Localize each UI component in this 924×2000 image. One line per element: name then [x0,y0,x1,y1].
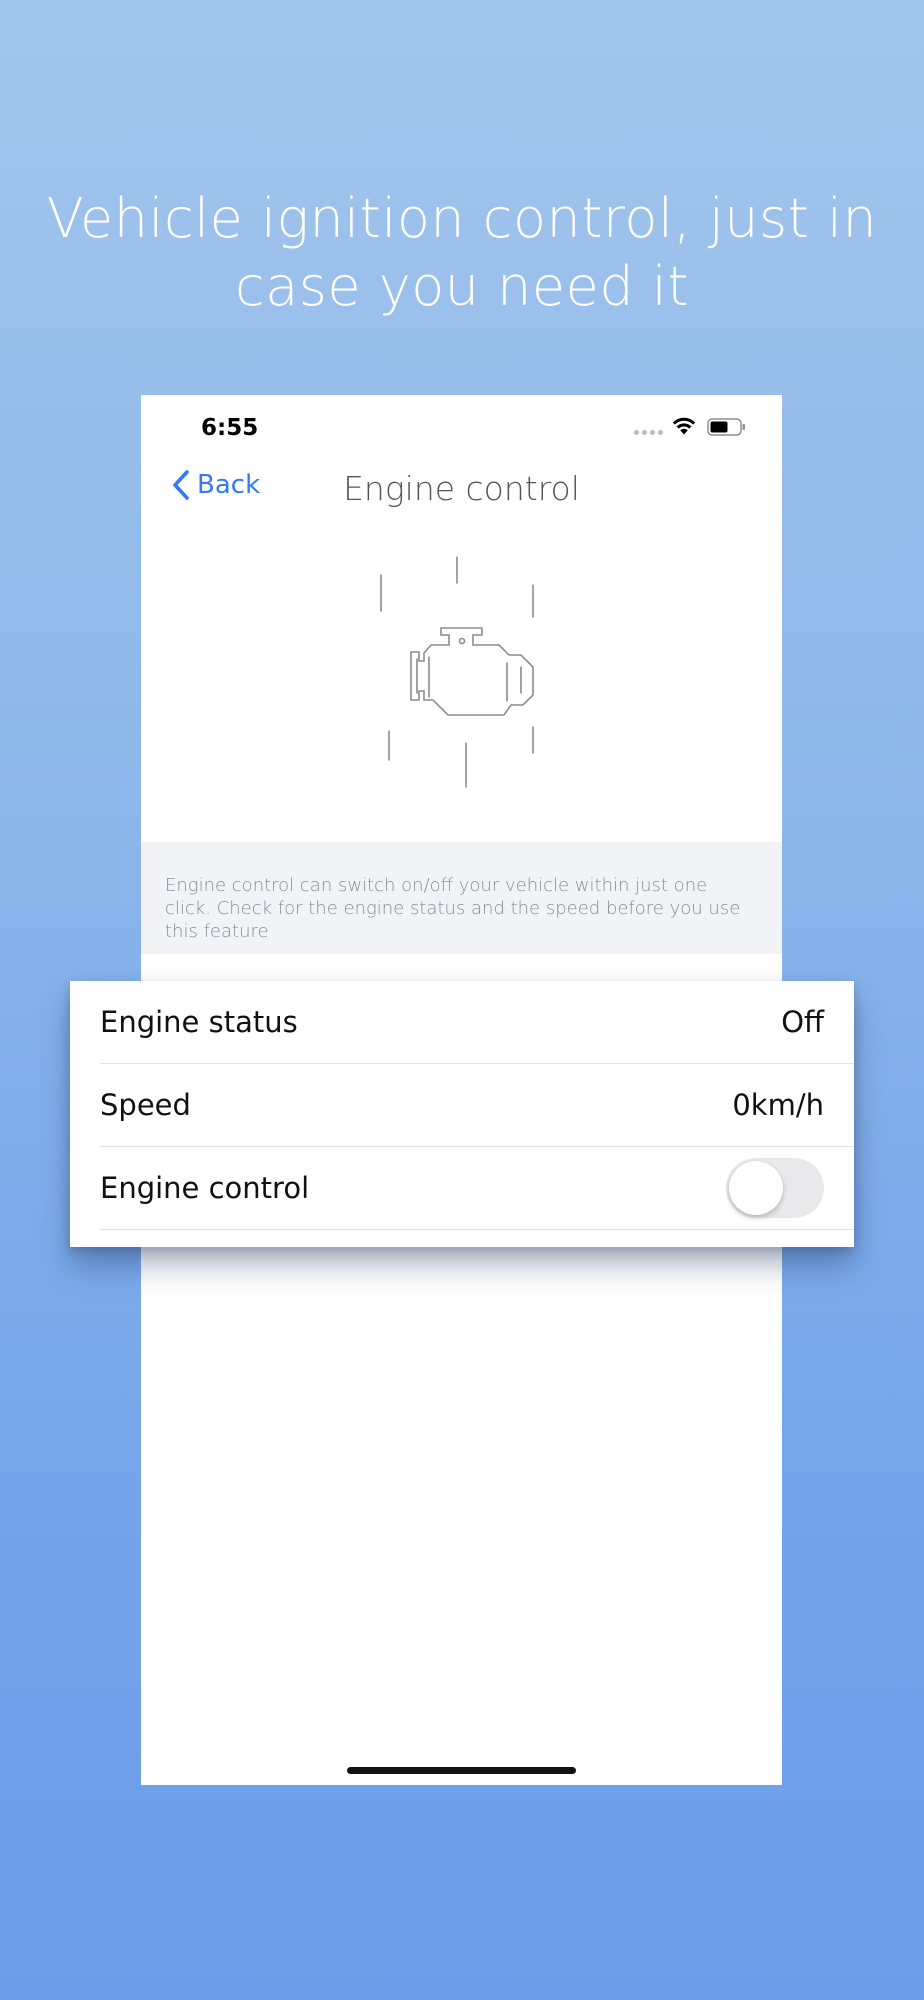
back-button[interactable]: Back [171,469,260,501]
speed-row: Speed 0km/h [100,1064,854,1147]
engine-control-row: Engine control [100,1147,854,1230]
wifi-icon [672,417,696,435]
status-bar: 6:55 [141,395,782,455]
engine-icon [380,556,534,788]
speed-value: 0km/h [732,1088,824,1122]
info-box: Engine control can switch on/off your ve… [141,842,782,954]
home-indicator[interactable] [347,1767,576,1774]
battery-icon [707,418,745,436]
engine-control-label: Engine control [100,1171,310,1205]
navigation-bar: Back Engine control [141,455,782,530]
toggle-knob [729,1161,783,1215]
back-label: Back [197,470,261,500]
engine-status-row: Engine status Off [100,981,854,1064]
cellular-signal-icon [634,430,663,435]
engine-settings-card: Engine status Off Speed 0km/h Engine con… [70,981,854,1247]
chevron-left-icon [173,470,189,500]
engine-status-label: Engine status [100,1005,298,1039]
engine-status-value: Off [781,1005,824,1039]
info-text: Engine control can switch on/off your ve… [165,875,741,942]
engine-control-toggle[interactable] [726,1158,824,1218]
page-title: Engine control [343,469,580,508]
promo-headline: Vehicle ignition control, just in case y… [46,187,878,318]
status-time: 6:55 [201,415,259,441]
speed-label: Speed [100,1088,191,1122]
